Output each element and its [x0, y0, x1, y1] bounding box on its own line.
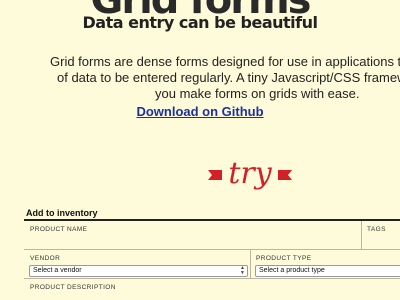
intro-line: you make forms on grids with ease. [155, 86, 360, 101]
ribbon-left-icon [208, 170, 222, 180]
github-download-link[interactable]: Download on Github [0, 104, 400, 119]
intro-paragraph: Grid forms are dense forms designed for … [0, 54, 400, 102]
product-name-field[interactable]: Product Name [24, 221, 361, 249]
ribbon-right-icon [278, 170, 292, 180]
product-type-select[interactable]: Select a product type [255, 265, 400, 277]
product-type-field: Product Type Select a product type [251, 250, 400, 278]
product-description-label: Product Description [30, 284, 116, 291]
vendor-select-value: Select a vendor [33, 267, 82, 274]
form-row: Product Description [24, 279, 400, 300]
inventory-form-grid: Product Name Tags Vendor Select a vendor… [24, 219, 400, 300]
intro-line: of data to be entered regularly. A tiny … [57, 70, 400, 85]
product-description-field[interactable]: Product Description [24, 279, 400, 300]
try-banner[interactable]: try [208, 152, 292, 192]
product-type-select-value: Select a product type [259, 267, 325, 274]
intro-line: Grid forms are dense forms designed for … [50, 54, 400, 69]
product-name-label: Product Name [30, 226, 88, 233]
select-arrows-icon: ▲ ▼ [240, 265, 245, 276]
form-title: Add to inventory [26, 208, 98, 218]
vendor-label: Vendor [30, 255, 61, 262]
form-row: Vendor Select a vendor ▲ ▼ Product Type S… [24, 250, 400, 279]
form-row: Product Name Tags [24, 221, 400, 250]
tags-field[interactable]: Tags [362, 221, 400, 249]
tagline: Data entry can be beautiful [82, 13, 318, 32]
tags-label: Tags [367, 226, 386, 233]
product-type-label: Product Type [256, 255, 312, 262]
vendor-select[interactable]: Select a vendor ▲ ▼ [29, 265, 248, 277]
vendor-field: Vendor Select a vendor ▲ ▼ [24, 250, 250, 278]
try-text: try [228, 156, 272, 191]
